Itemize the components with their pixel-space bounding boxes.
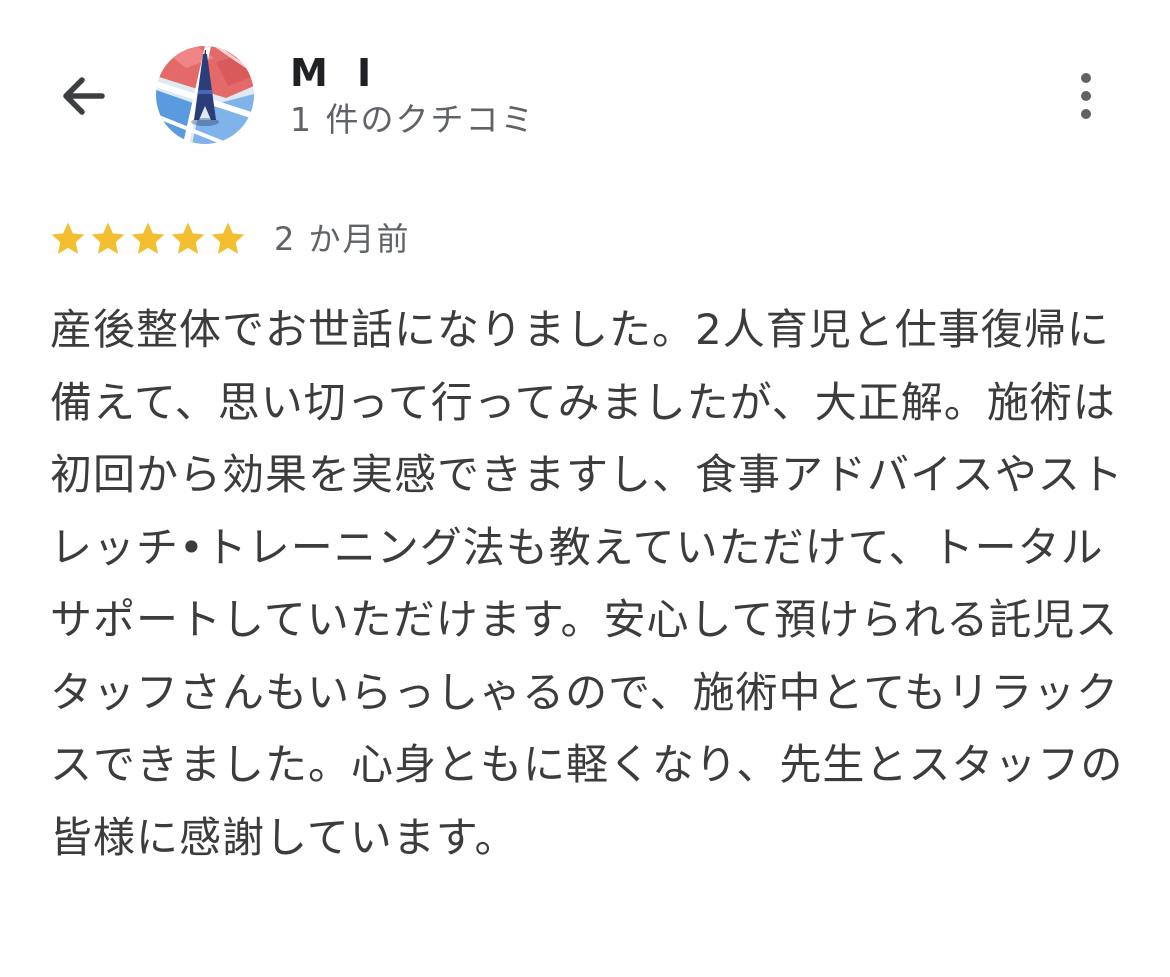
star-icon xyxy=(91,222,125,254)
star-rating xyxy=(48,219,248,259)
reviewer-review-count: 1 件のクチコミ xyxy=(290,100,536,139)
more-options-button[interactable] xyxy=(1060,66,1112,126)
arrow-left-icon xyxy=(63,77,105,115)
reviewer-name[interactable]: M I xyxy=(290,50,379,96)
reviewer-header: M I 1 件のクチコミ xyxy=(0,0,1170,180)
review-text: 産後整体でお世話になりました。2人育児と仕事復帰に備えて、思い切って行ってみまし… xyxy=(50,305,1124,862)
avatar[interactable] xyxy=(156,46,254,144)
star-icon xyxy=(131,222,165,254)
star-icon xyxy=(51,222,85,254)
star-icon xyxy=(171,222,205,254)
rating-row: 2 か月前 xyxy=(48,214,411,264)
more-vertical-icon xyxy=(1081,73,1091,83)
back-button[interactable] xyxy=(52,64,116,128)
map-avatar-icon xyxy=(156,46,254,144)
more-vertical-icon-dot xyxy=(1081,91,1091,101)
star-icon xyxy=(211,222,245,254)
more-vertical-icon-dot xyxy=(1081,109,1091,119)
review-date: 2 か月前 xyxy=(274,220,411,258)
